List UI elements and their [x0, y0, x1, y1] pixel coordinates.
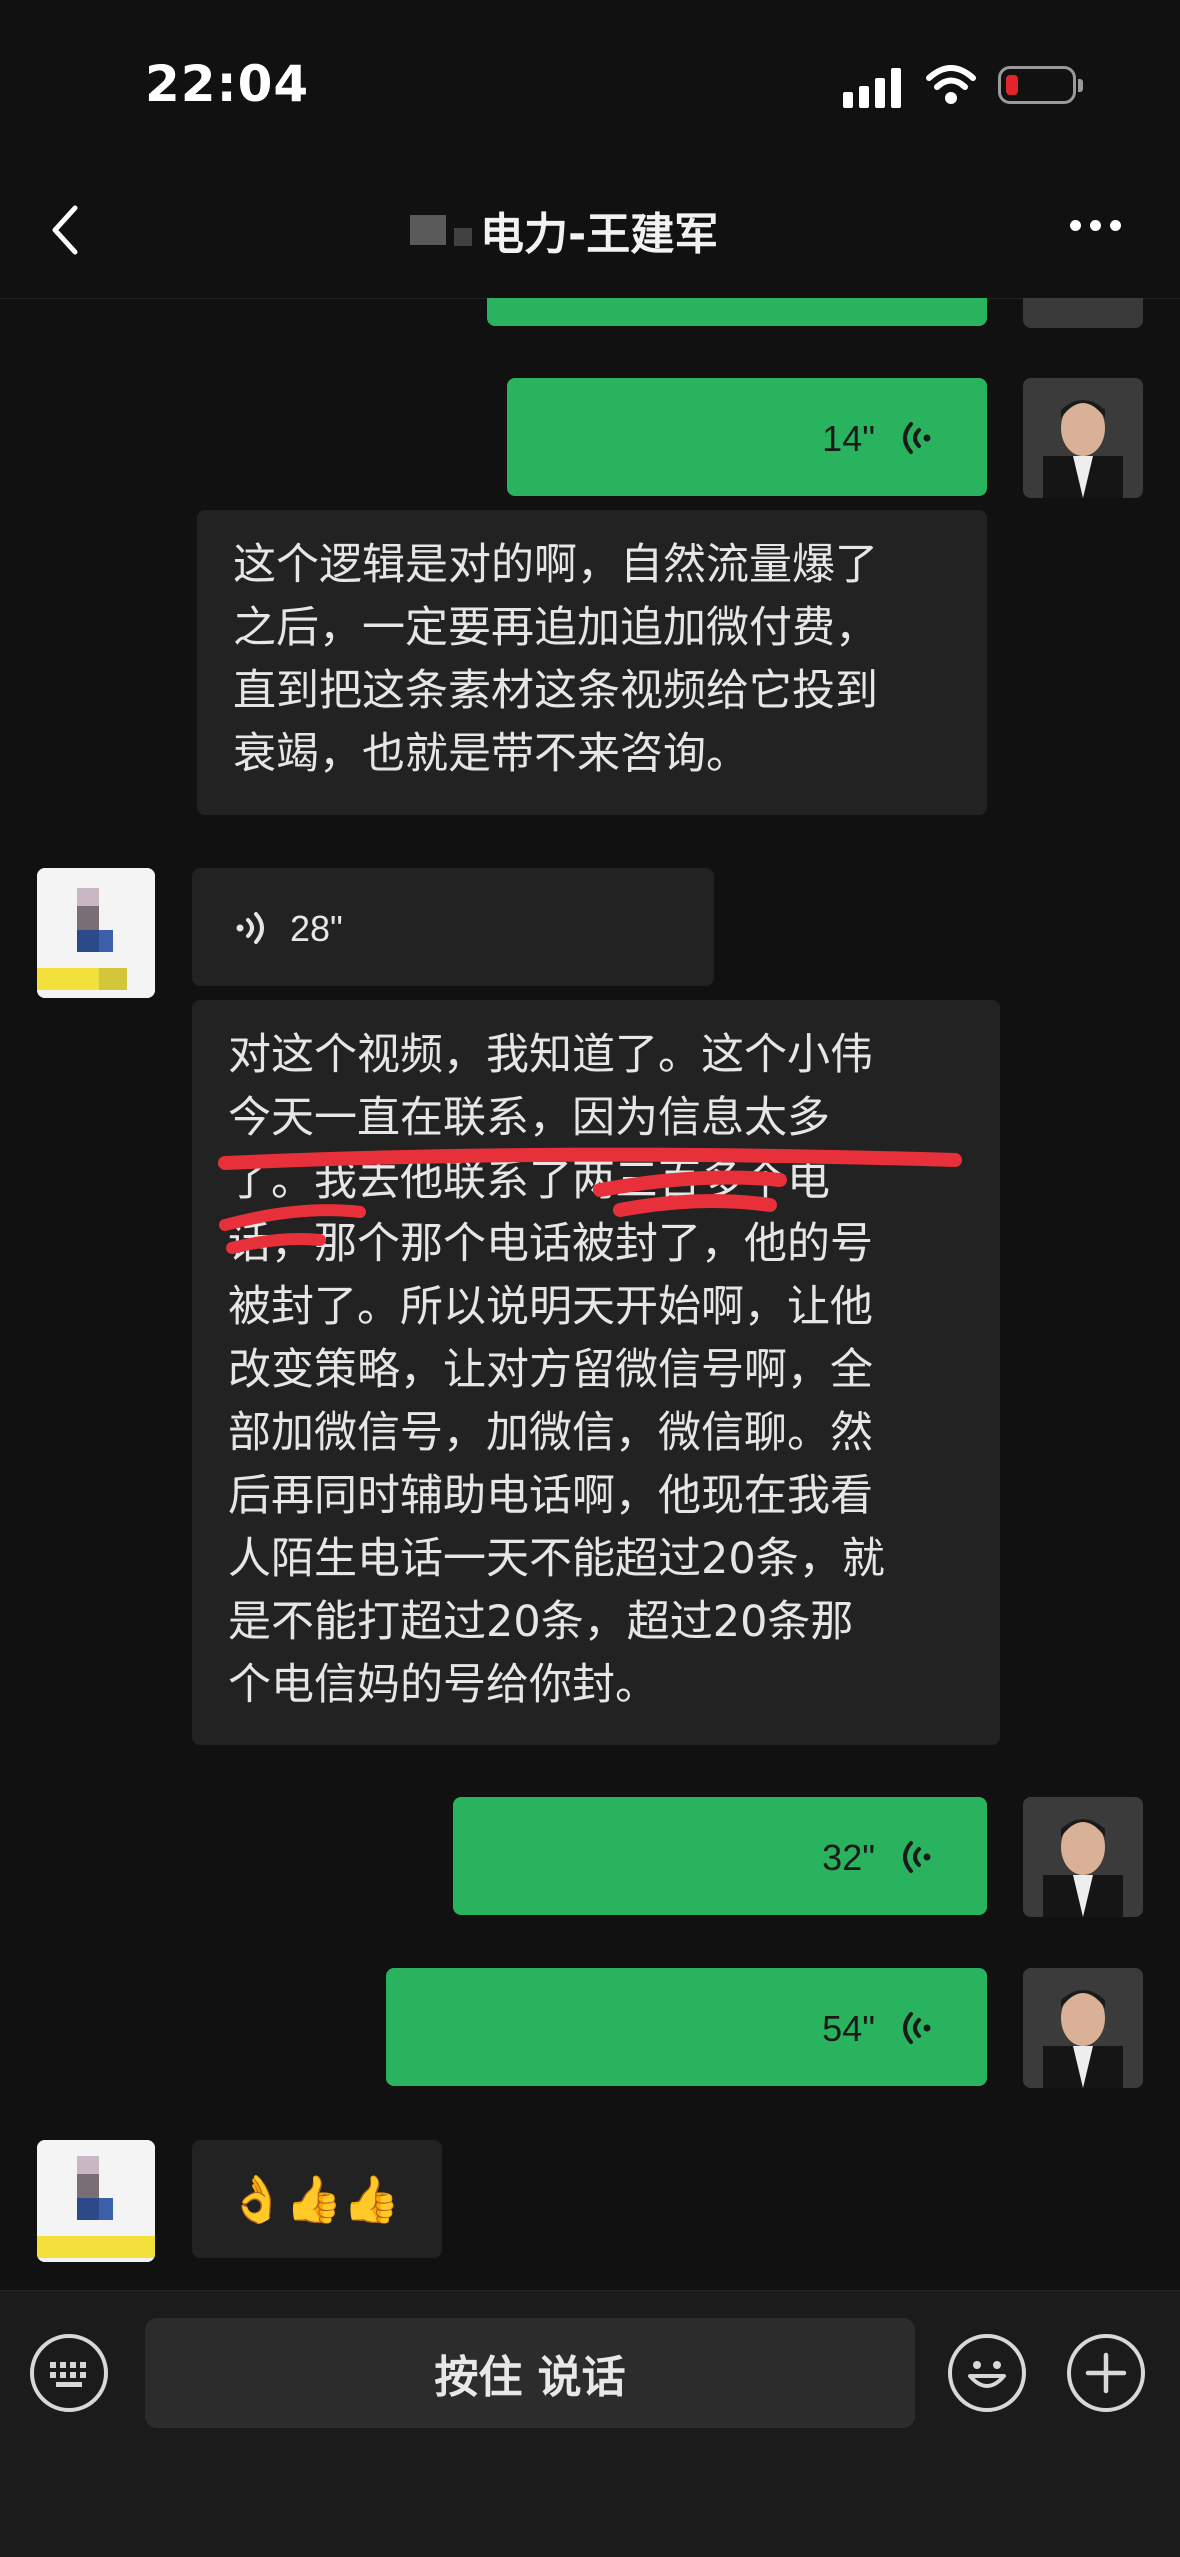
message-line: 衰竭，也就是带不来咨询。: [233, 729, 749, 779]
emoji-content: 👌👍👍: [228, 2171, 400, 2226]
avatar-photo: [1023, 1797, 1143, 1917]
more-icon[interactable]: [1070, 220, 1122, 234]
battery-icon: [998, 66, 1083, 104]
message-line: 对这个视频，我知道了。这个小伟: [228, 1030, 873, 1080]
avatar[interactable]: [1023, 298, 1143, 328]
message-line: 个电信妈的号给你封。: [228, 1660, 658, 1710]
avatar-photo: [1023, 1968, 1143, 2088]
chat-title: 电力-王建军: [480, 209, 719, 260]
message-line: 被封了。所以说明天开始啊，让他: [228, 1282, 873, 1332]
message-line: 直到把这条素材这条视频给它投到: [233, 666, 878, 716]
message-bubble-partial[interactable]: [487, 298, 987, 326]
voice-wave-icon: [236, 912, 264, 944]
message-line: 改变策略，让对方留微信号啊，全: [228, 1345, 873, 1395]
cellular-signal-icon: [843, 68, 905, 108]
message-line: 这个逻辑是对的啊，自然流量爆了: [233, 540, 878, 590]
emoji-message-bubble[interactable]: 👌👍👍: [192, 2140, 442, 2258]
emoji-icon[interactable]: [948, 2334, 1026, 2412]
hold-to-talk-button[interactable]: 按住 说话: [145, 2318, 915, 2428]
message-line: 了。我去他联系了两三百多个电: [228, 1156, 830, 1206]
message-line: 部加微信号，加微信，微信聊。然: [228, 1408, 873, 1458]
keyboard-icon[interactable]: [30, 2334, 108, 2412]
voice-message-bubble[interactable]: 14": [507, 378, 987, 496]
message-line: 话，那个那个电话被封了，他的号: [228, 1219, 873, 1269]
text-message-bubble[interactable]: 对这个视频，我知道了。这个小伟 今天一直在联系，因为信息太多 了。我去他联系了两…: [192, 1000, 1000, 1745]
chat-title-area[interactable]: 电力-王建军: [410, 195, 718, 265]
voice-duration: 14": [822, 418, 875, 459]
message-line: 之后，一定要再追加追加微付费，: [233, 603, 878, 653]
voice-wave-icon: [903, 422, 931, 454]
voice-duration: 54": [822, 2008, 875, 2049]
chevron-left-icon[interactable]: [45, 200, 85, 260]
voice-message-bubble[interactable]: 28": [192, 868, 714, 986]
message-line: 后再同时辅助电话啊，他现在我看: [228, 1471, 873, 1521]
message-line: 人陌生电话一天不能超过20条，就: [228, 1534, 885, 1584]
voice-duration: 28": [290, 908, 343, 949]
text-message-bubble[interactable]: 这个逻辑是对的啊，自然流量爆了 之后，一定要再追加追加微付费， 直到把这条素材这…: [197, 510, 987, 815]
avatar[interactable]: [1023, 1968, 1143, 2088]
avatar-photo: [37, 868, 155, 998]
voice-wave-icon: [903, 2012, 931, 2044]
wifi-icon: [926, 65, 976, 104]
plus-icon[interactable]: [1067, 2334, 1145, 2412]
voice-duration: 32": [822, 1837, 875, 1878]
status-time: 22:04: [145, 55, 310, 113]
voice-wave-icon: [903, 1841, 931, 1873]
message-line: 是不能打超过20条，超过20条那: [228, 1597, 854, 1647]
avatar[interactable]: [1023, 1797, 1143, 1917]
voice-message-bubble[interactable]: 32": [453, 1797, 987, 1915]
avatar-photo: [1023, 378, 1143, 498]
avatar-photo: [37, 2140, 155, 2262]
avatar[interactable]: [37, 2140, 155, 2262]
avatar[interactable]: [1023, 378, 1143, 498]
voice-message-bubble[interactable]: 54": [386, 1968, 987, 2086]
redacted-block: [410, 215, 446, 245]
redacted-block: [454, 228, 472, 246]
message-line: 今天一直在联系，因为信息太多: [228, 1093, 830, 1143]
avatar[interactable]: [37, 868, 155, 998]
